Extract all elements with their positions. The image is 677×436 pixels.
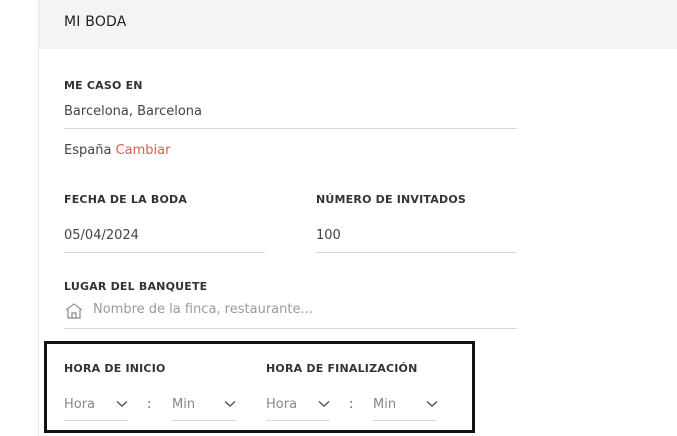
end-time-separator: : bbox=[349, 397, 354, 412]
location-underline bbox=[64, 128, 517, 129]
chevron-down-icon[interactable] bbox=[116, 400, 128, 408]
location-label: ME CASO EN bbox=[64, 79, 143, 92]
end-minute-select[interactable]: Min bbox=[373, 397, 396, 412]
venue-input[interactable] bbox=[93, 302, 513, 317]
guests-input[interactable]: 100 bbox=[316, 228, 341, 243]
location-country: España bbox=[64, 143, 112, 158]
location-city[interactable]: Barcelona, Barcelona bbox=[64, 104, 202, 119]
left-divider bbox=[38, 0, 39, 436]
start-time-label: HORA DE INICIO bbox=[64, 362, 166, 375]
end-minute-underline bbox=[373, 420, 437, 421]
guests-label: NÚMERO DE INVITADOS bbox=[316, 193, 466, 206]
start-minute-underline bbox=[172, 420, 236, 421]
wedding-date-input[interactable]: 05/04/2024 bbox=[64, 228, 139, 243]
page-title: MI BODA bbox=[64, 14, 127, 30]
section-header: MI BODA bbox=[39, 0, 677, 49]
start-minute-select[interactable]: Min bbox=[172, 397, 195, 412]
start-hour-select[interactable]: Hora bbox=[64, 397, 95, 412]
end-hour-underline bbox=[266, 420, 330, 421]
house-icon bbox=[65, 303, 83, 319]
guests-underline bbox=[316, 252, 517, 253]
wedding-date-label: FECHA DE LA BODA bbox=[64, 193, 188, 206]
end-hour-select[interactable]: Hora bbox=[266, 397, 297, 412]
chevron-down-icon[interactable] bbox=[426, 400, 438, 408]
chevron-down-icon[interactable] bbox=[224, 400, 236, 408]
start-hour-underline bbox=[64, 420, 128, 421]
start-time-separator: : bbox=[147, 397, 152, 412]
venue-label: LUGAR DEL BANQUETE bbox=[64, 280, 208, 293]
location-country-row: España Cambiar bbox=[64, 143, 170, 158]
chevron-down-icon[interactable] bbox=[318, 400, 330, 408]
venue-underline bbox=[64, 328, 517, 329]
wedding-date-underline bbox=[64, 252, 265, 253]
change-country-link[interactable]: Cambiar bbox=[116, 143, 171, 158]
end-time-label: HORA DE FINALIZACIÓN bbox=[266, 362, 418, 375]
